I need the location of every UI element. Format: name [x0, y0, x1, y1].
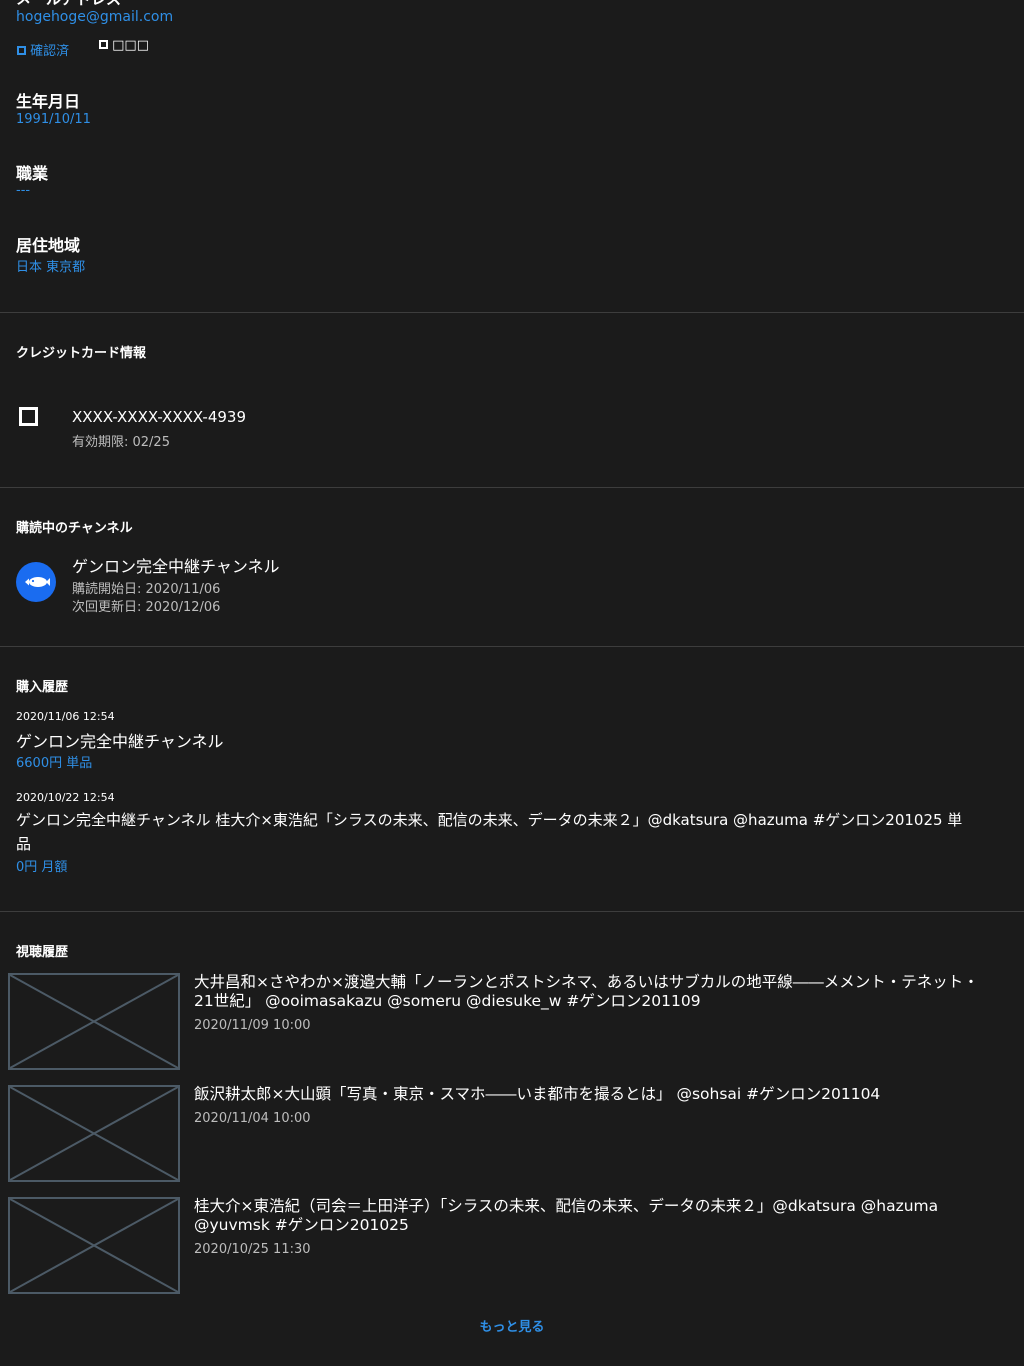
divider — [0, 487, 1024, 488]
occupation-value: --- — [16, 183, 31, 198]
subscription-start: 購読開始日: 2020/11/06 — [72, 582, 221, 597]
card-icon — [19, 407, 38, 426]
purchase-datetime: 2020/10/22 12:54 — [16, 791, 115, 804]
resend-label: □□□ — [112, 38, 149, 53]
divider — [0, 911, 1024, 912]
purchase-price: 6600円 単品 — [16, 756, 93, 771]
birthday-value: 1991/10/11 — [16, 112, 91, 127]
resend-link[interactable]: □□□ — [99, 38, 149, 53]
subscriptions-section-title: 購読中のチャンネル — [16, 521, 133, 536]
purchase-title[interactable]: ゲンロン完全中継チャンネル — [16, 728, 224, 752]
history-title-cont[interactable]: 21世紀」 @ooimasakazu @someru @diesuke_w #ゲ… — [194, 992, 701, 1011]
purchase-price: 0円 月額 — [16, 860, 68, 875]
purchase-title[interactable]: ゲンロン完全中継チャンネル 桂大介×東浩紀「シラスの未来、配信の未来、データの未… — [16, 809, 962, 830]
email-value: hogehoge@gmail.com — [16, 9, 174, 25]
history-title-cont[interactable]: @yuvmsk #ゲンロン201025 — [194, 1216, 409, 1235]
card-expiry: 有効期限: 02/25 — [72, 435, 170, 450]
purchases-section-title: 購入履歴 — [16, 680, 69, 695]
video-thumbnail[interactable] — [8, 1085, 180, 1182]
check-box-icon — [17, 46, 26, 55]
email-label: メールアドレス — [16, 0, 121, 9]
channel-avatar[interactable] — [16, 562, 56, 602]
placeholder-image-icon — [10, 1087, 178, 1180]
history-title[interactable]: 桂大介×東浩紀（司会＝上田洋子）「シラスの未来、配信の未来、データの未来２」@d… — [194, 1197, 938, 1216]
box-icon — [99, 40, 108, 49]
verified-status: 確認済 — [17, 40, 69, 59]
credit-card-section-title: クレジットカード情報 — [16, 346, 147, 361]
video-thumbnail[interactable] — [8, 1197, 180, 1294]
history-section-title: 視聴履歴 — [16, 945, 69, 960]
channel-name[interactable]: ゲンロン完全中継チャンネル — [72, 553, 280, 577]
show-more-button[interactable]: もっと見る — [0, 1316, 1024, 1335]
placeholder-image-icon — [10, 1199, 178, 1292]
divider — [0, 646, 1024, 647]
purchase-title-cont[interactable]: 品 — [16, 833, 31, 854]
subscription-renew: 次回更新日: 2020/12/06 — [72, 600, 221, 615]
verified-label: 確認済 — [30, 44, 70, 59]
occupation-label: 職業 — [16, 164, 49, 183]
card-number: XXXX-XXXX-XXXX-4939 — [72, 408, 246, 426]
video-thumbnail[interactable] — [8, 973, 180, 1070]
placeholder-image-icon — [10, 975, 178, 1068]
history-date: 2020/11/04 10:00 — [194, 1111, 311, 1126]
purchase-datetime: 2020/11/06 12:54 — [16, 710, 115, 723]
birthday-label: 生年月日 — [16, 92, 81, 111]
history-title[interactable]: 飯沢耕太郎×大山顕「写真・東京・スマホ――いま都市を撮るとは」 @sohsai … — [194, 1085, 880, 1104]
region-value: 日本 東京都 — [16, 260, 86, 275]
history-date: 2020/10/25 11:30 — [194, 1242, 311, 1257]
history-title[interactable]: 大井昌和×さやわか×渡邉大輔「ノーランとポストシネマ、あるいはサブカルの地平線―… — [194, 973, 979, 992]
fish-icon — [25, 577, 50, 587]
region-label: 居住地域 — [16, 236, 81, 255]
divider — [0, 312, 1024, 313]
history-date: 2020/11/09 10:00 — [194, 1018, 311, 1033]
